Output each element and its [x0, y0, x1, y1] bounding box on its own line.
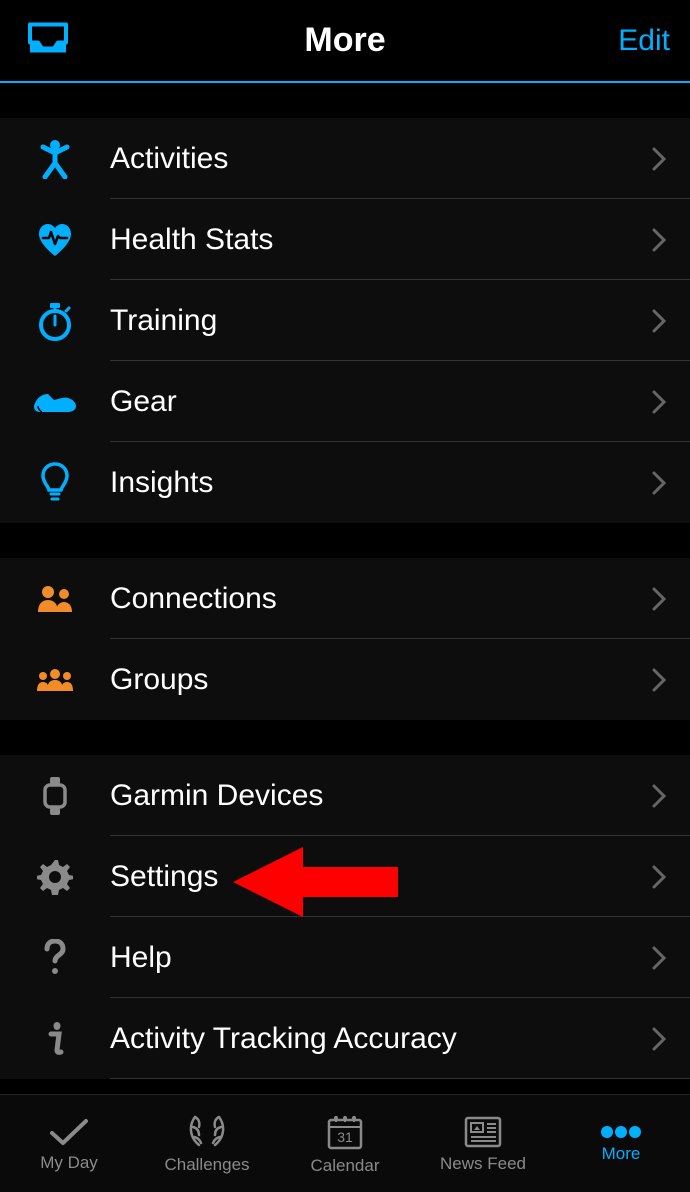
row-label: Gear — [110, 385, 690, 419]
chevron-right-icon — [652, 228, 666, 252]
chevron-right-icon — [652, 390, 666, 414]
stopwatch-icon — [36, 301, 74, 341]
row-label: Activities — [110, 142, 690, 176]
row-connections[interactable]: Connections — [0, 558, 690, 639]
gear-icon — [37, 859, 73, 895]
checkmark-icon — [48, 1115, 90, 1149]
chevron-right-icon — [652, 587, 666, 611]
row-garmin-devices[interactable]: Garmin Devices — [0, 755, 690, 836]
row-label: Groups — [110, 663, 690, 697]
row-insights[interactable]: Insights — [0, 442, 690, 523]
row-label: Insights — [110, 466, 690, 500]
chevron-right-icon — [652, 668, 666, 692]
calendar-day: 31 — [337, 1129, 353, 1145]
header: More Edit — [0, 0, 690, 83]
tab-calendar[interactable]: 31 Calendar — [276, 1095, 414, 1192]
section-gap — [0, 720, 690, 755]
row-label: Help — [110, 941, 690, 975]
tab-news-feed[interactable]: News Feed — [414, 1095, 552, 1192]
chevron-right-icon — [652, 309, 666, 333]
row-gear[interactable]: Gear — [0, 361, 690, 442]
page-title: More — [304, 21, 385, 60]
row-label: Training — [110, 304, 690, 338]
tab-bar: My Day Challenges 31 Calendar — [0, 1094, 690, 1192]
tab-challenges[interactable]: Challenges — [138, 1095, 276, 1192]
chevron-right-icon — [652, 865, 666, 889]
row-training[interactable]: Training — [0, 280, 690, 361]
tab-label: My Day — [40, 1153, 98, 1173]
calendar-icon: 31 — [325, 1112, 365, 1152]
tab-label: Calendar — [311, 1156, 380, 1176]
row-label: Activity Tracking Accuracy — [110, 1022, 690, 1056]
row-activities[interactable]: Activities — [0, 118, 690, 199]
person-icon — [37, 139, 73, 179]
tab-label: More — [602, 1144, 641, 1164]
row-label: Garmin Devices — [110, 779, 690, 813]
section-2: Connections Groups — [0, 558, 690, 720]
row-label: Connections — [110, 582, 690, 616]
chevron-right-icon — [652, 1027, 666, 1051]
row-help[interactable]: Help — [0, 917, 690, 998]
section-3: Garmin Devices Settings Help — [0, 755, 690, 1079]
lightbulb-icon — [41, 462, 69, 504]
chevron-right-icon — [652, 784, 666, 808]
more-dots-icon — [597, 1124, 645, 1140]
section-1: Activities Health Stats Training — [0, 118, 690, 523]
question-icon — [43, 939, 67, 977]
row-label: Settings — [110, 860, 690, 894]
row-label: Health Stats — [110, 223, 690, 257]
tab-more[interactable]: More — [552, 1095, 690, 1192]
tab-label: Challenges — [164, 1155, 249, 1175]
shoe-icon — [32, 388, 78, 416]
newspaper-icon — [462, 1114, 504, 1150]
section-gap — [0, 83, 690, 118]
chevron-right-icon — [652, 946, 666, 970]
chevron-right-icon — [652, 147, 666, 171]
inbox-icon — [28, 22, 68, 54]
section-gap — [0, 523, 690, 558]
laurel-icon — [185, 1113, 229, 1151]
row-activity-tracking-accuracy[interactable]: Activity Tracking Accuracy — [0, 998, 690, 1079]
row-groups[interactable]: Groups — [0, 639, 690, 720]
heart-icon — [35, 222, 75, 258]
row-settings[interactable]: Settings — [0, 836, 690, 917]
watch-icon — [41, 775, 69, 817]
chevron-right-icon — [652, 471, 666, 495]
inbox-button[interactable] — [28, 22, 68, 59]
row-health-stats[interactable]: Health Stats — [0, 199, 690, 280]
info-icon — [45, 1020, 65, 1058]
tab-label: News Feed — [440, 1154, 526, 1174]
tab-my-day[interactable]: My Day — [0, 1095, 138, 1192]
edit-button[interactable]: Edit — [618, 24, 670, 58]
people-icon — [34, 584, 76, 614]
group-icon — [31, 667, 79, 693]
